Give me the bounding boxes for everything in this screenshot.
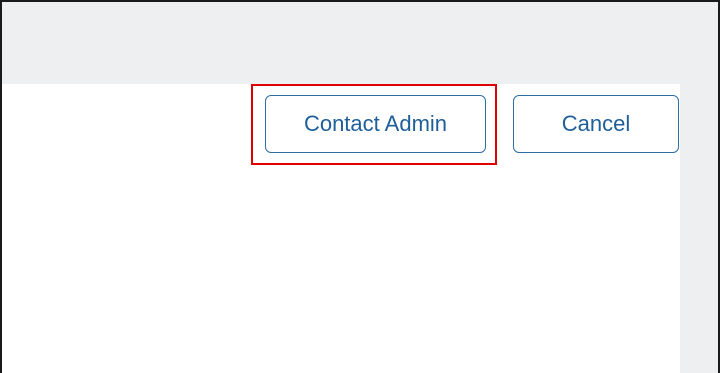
cancel-button[interactable]: Cancel bbox=[513, 95, 679, 153]
screenshot-frame: Contact Admin Cancel bbox=[0, 0, 720, 373]
dialog-footer-panel: Contact Admin Cancel bbox=[2, 84, 680, 373]
contact-admin-button[interactable]: Contact Admin bbox=[265, 95, 486, 153]
